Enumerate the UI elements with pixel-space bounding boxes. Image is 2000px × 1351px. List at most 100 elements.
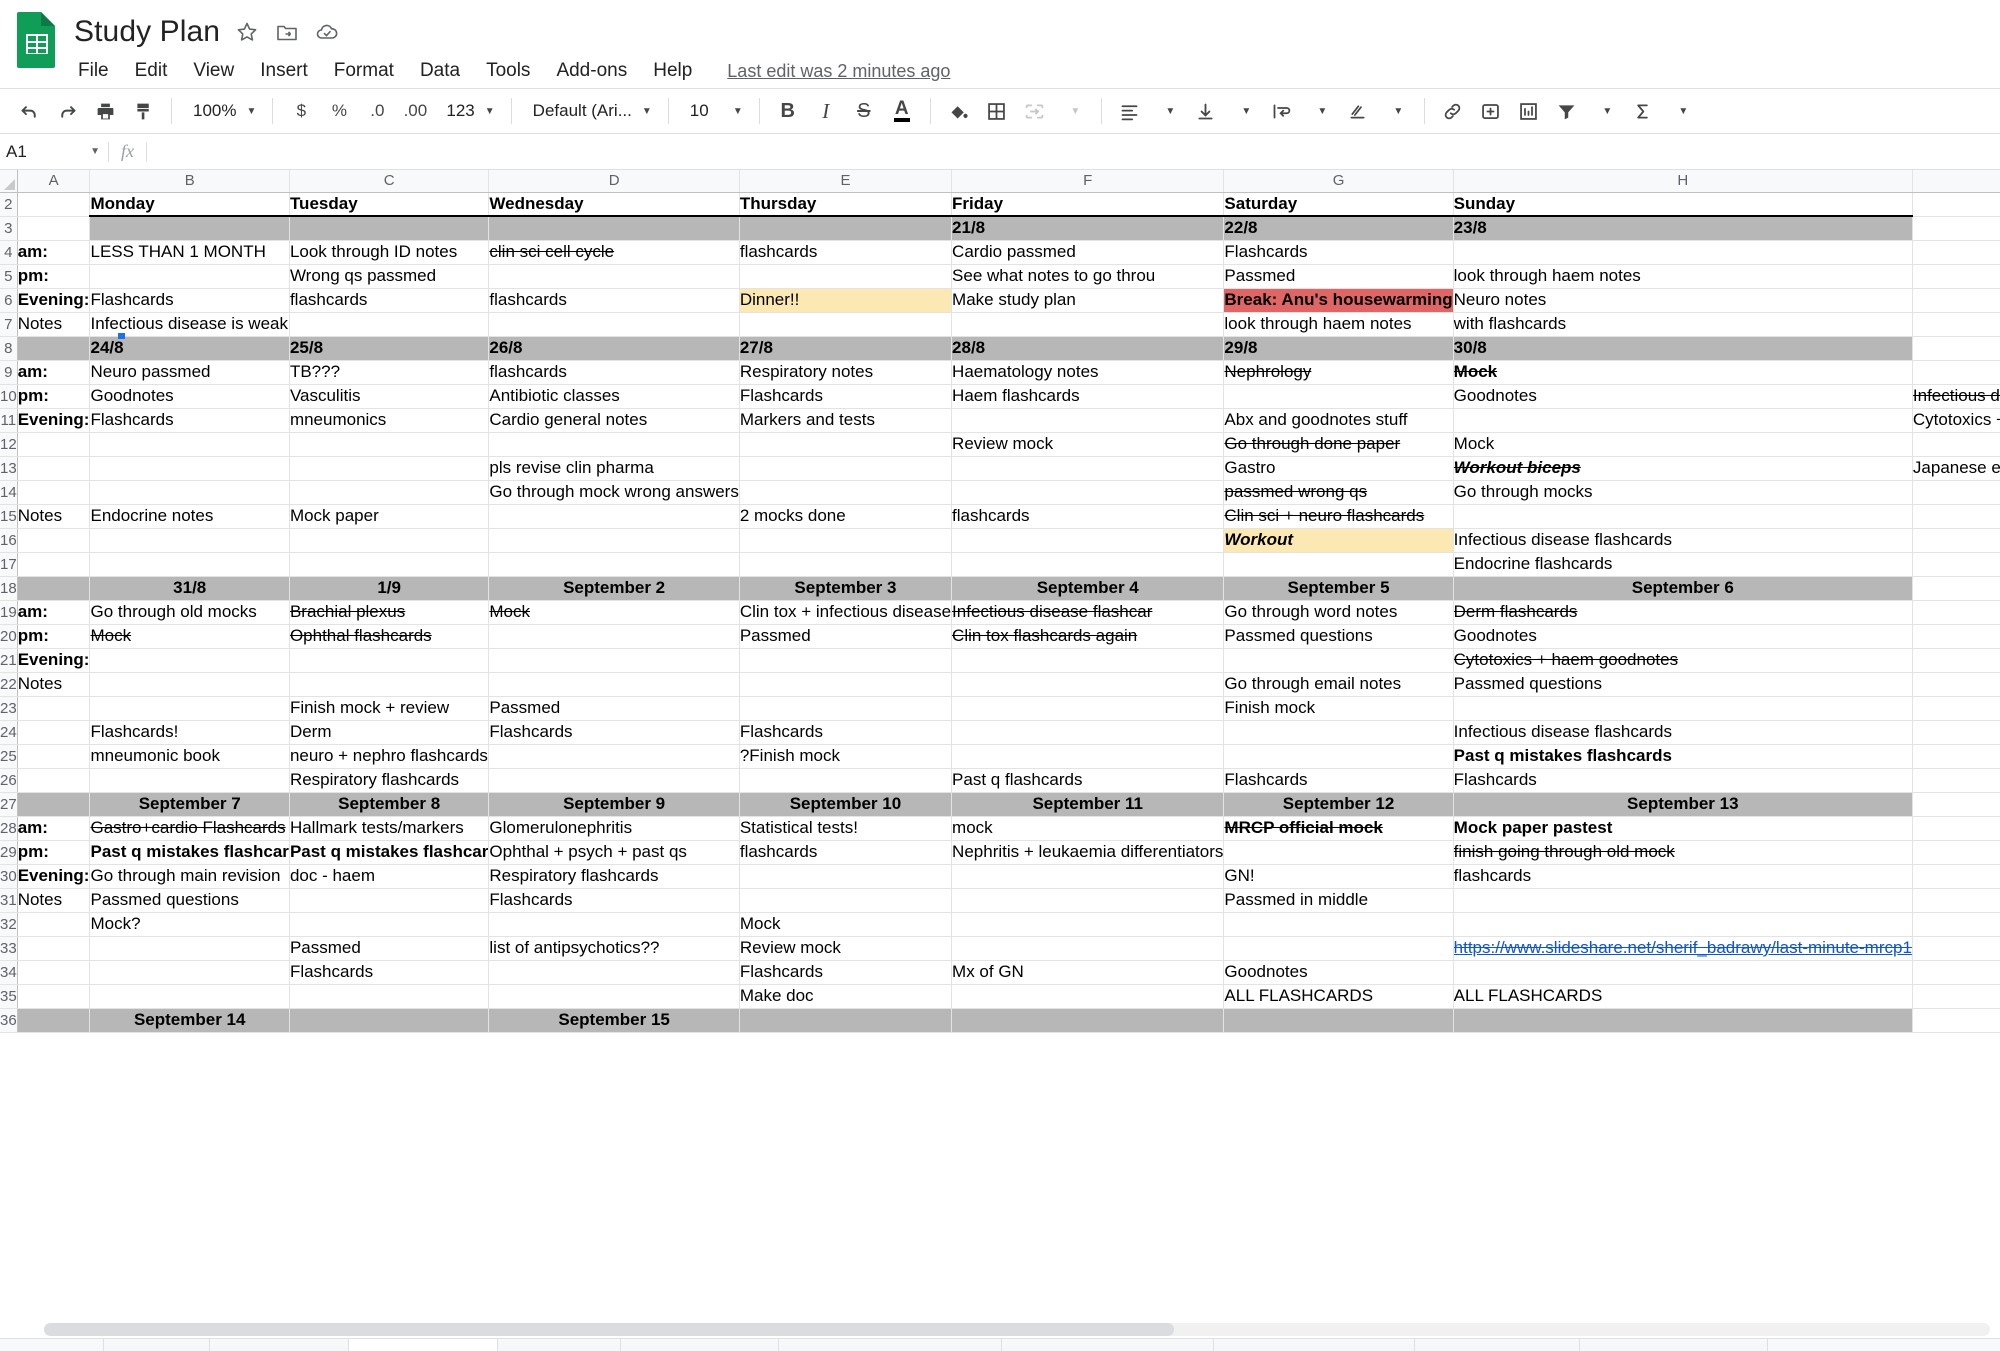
cell-I6[interactable] [1912, 288, 2000, 313]
cell-F32[interactable] [951, 912, 1225, 937]
cell-I21[interactable] [1912, 648, 2000, 673]
cell-E23[interactable] [739, 696, 953, 721]
cell-D18[interactable]: September 2 [488, 576, 740, 601]
cell-H19[interactable]: Derm flashcards [1453, 600, 1913, 625]
document-title[interactable]: Study Plan [74, 15, 220, 49]
merge-cells-dropdown[interactable]: ▼ [1054, 92, 1092, 130]
cell-H32[interactable] [1453, 912, 1913, 937]
cell-C11[interactable]: mneumonics [289, 408, 490, 433]
cell-F26[interactable]: Past q flashcards [951, 768, 1225, 793]
cell-E36[interactable] [739, 1008, 953, 1033]
cell-D22[interactable] [488, 672, 740, 697]
cell-A10[interactable]: pm: [17, 384, 91, 409]
cell-H12[interactable]: Mock [1453, 432, 1913, 457]
chart-icon[interactable] [1510, 92, 1548, 130]
cell-I11[interactable]: Cytotoxics + immunodeficeincy [1912, 408, 2000, 433]
cell-F11[interactable] [951, 408, 1225, 433]
cell-G19[interactable]: Go through word notes [1223, 600, 1454, 625]
cell-G6[interactable]: Break: Anu's housewarming [1223, 288, 1454, 313]
cell-G34[interactable]: Goodnotes [1223, 960, 1454, 985]
cell-A20[interactable]: pm: [17, 624, 91, 649]
cell-D13[interactable]: pls revise clin pharma [488, 456, 740, 481]
cell-A2[interactable] [17, 192, 91, 217]
cell-E19[interactable]: Clin tox + infectious disease [739, 600, 953, 625]
cell-H29[interactable]: finish going through old mock [1453, 840, 1913, 865]
cell-H23[interactable] [1453, 696, 1913, 721]
cell-E25[interactable]: ?Finish mock [739, 744, 953, 769]
cell-A5[interactable]: pm: [17, 264, 91, 289]
cell-A21[interactable]: Evening: [17, 648, 91, 673]
cell-B32[interactable]: Mock? [89, 912, 290, 937]
cell-G13[interactable]: Gastro [1223, 456, 1454, 481]
cell-G5[interactable]: Passmed [1223, 264, 1454, 289]
menu-item-insert[interactable]: Insert [247, 57, 321, 85]
bold-button[interactable]: B [769, 92, 807, 130]
row-header-14[interactable]: 14 [0, 480, 18, 505]
cell-D12[interactable] [488, 432, 740, 457]
cell-I3[interactable] [1912, 216, 2000, 241]
row-header-12[interactable]: 12 [0, 432, 18, 457]
cell-A7[interactable]: Notes [17, 312, 91, 337]
cell-F34[interactable]: Mx of GN [951, 960, 1225, 985]
cell-F23[interactable] [951, 696, 1225, 721]
row-header-34[interactable]: 34 [0, 960, 18, 985]
cell-G17[interactable] [1223, 552, 1454, 577]
row-header-23[interactable]: 23 [0, 696, 18, 721]
cell-E16[interactable] [739, 528, 953, 553]
row-header-5[interactable]: 5 [0, 264, 18, 289]
cell-H9[interactable]: Mock [1453, 360, 1913, 385]
cell-A24[interactable] [17, 720, 91, 745]
cell-D27[interactable]: September 9 [488, 792, 740, 817]
cell-C29[interactable]: Past q mistakes flashcar [289, 840, 490, 865]
cell-B12[interactable] [89, 432, 290, 457]
cell-F7[interactable] [951, 312, 1225, 337]
cell-I36[interactable] [1912, 1008, 2000, 1033]
cell-I15[interactable] [1912, 504, 2000, 529]
cell-A8[interactable] [17, 336, 91, 361]
cell-F2[interactable]: Friday [951, 192, 1225, 217]
cell-E9[interactable]: Respiratory notes [739, 360, 953, 385]
cell-F3[interactable]: 21/8 [951, 216, 1225, 241]
row-header-20[interactable]: 20 [0, 624, 18, 649]
increase-decimal-button[interactable]: .00 [396, 92, 434, 130]
cell-E22[interactable] [739, 672, 953, 697]
link-icon[interactable] [1434, 92, 1472, 130]
column-header-e[interactable]: E [739, 170, 953, 193]
cell-B21[interactable] [89, 648, 290, 673]
sigma-icon[interactable] [1624, 92, 1662, 130]
cell-B26[interactable] [89, 768, 290, 793]
cell-H21[interactable]: Cytotoxics + haem goodnotes [1453, 648, 1913, 673]
row-header-4[interactable]: 4 [0, 240, 18, 265]
cell-I20[interactable] [1912, 624, 2000, 649]
cell-D28[interactable]: Glomerulonephritis [488, 816, 740, 841]
cell-A33[interactable] [17, 936, 91, 961]
cell-D14[interactable]: Go through mock wrong answers [488, 480, 740, 505]
cell-A29[interactable]: pm: [17, 840, 91, 865]
cell-G10[interactable] [1223, 384, 1454, 409]
cell-E2[interactable]: Thursday [739, 192, 953, 217]
cell-C24[interactable]: Derm [289, 720, 490, 745]
cell-E32[interactable]: Mock [739, 912, 953, 937]
cell-E29[interactable]: flashcards [739, 840, 953, 865]
cell-B17[interactable] [89, 552, 290, 577]
cell-D24[interactable]: Flashcards [488, 720, 740, 745]
cell-C18[interactable]: 1/9 [289, 576, 490, 601]
select-all-corner[interactable] [0, 170, 18, 193]
cell-E4[interactable]: flashcards [739, 240, 953, 265]
cell-B19[interactable]: Go through old mocks [89, 600, 290, 625]
cell-G22[interactable]: Go through email notes [1223, 672, 1454, 697]
cell-E21[interactable] [739, 648, 953, 673]
column-header-g[interactable]: G [1223, 170, 1454, 193]
cell-A11[interactable]: Evening: [17, 408, 91, 433]
row-header-15[interactable]: 15 [0, 504, 18, 529]
cell-A19[interactable]: am: [17, 600, 91, 625]
cell-B31[interactable]: Passmed questions [89, 888, 290, 913]
column-header-i[interactable]: I [1912, 170, 2000, 193]
comment-icon[interactable] [1472, 92, 1510, 130]
row-header-26[interactable]: 26 [0, 768, 18, 793]
cell-E17[interactable] [739, 552, 953, 577]
cell-A27[interactable] [17, 792, 91, 817]
cell-B35[interactable] [89, 984, 290, 1009]
cell-C27[interactable]: September 8 [289, 792, 490, 817]
cell-C31[interactable] [289, 888, 490, 913]
